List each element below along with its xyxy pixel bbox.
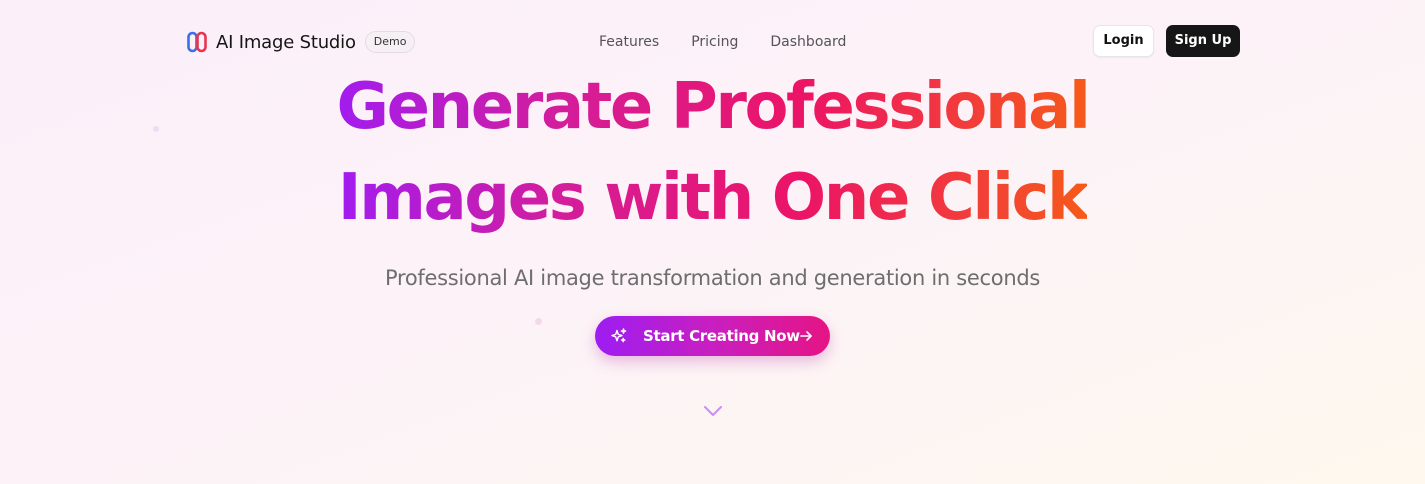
nav-link-features[interactable]: Features [599, 33, 659, 51]
nav-link-dashboard[interactable]: Dashboard [770, 33, 846, 51]
demo-badge: Demo [364, 31, 416, 53]
sparkles-icon [611, 328, 627, 343]
hero-headline-text-1: Generate Professional [336, 62, 1090, 152]
hero-subtitle: Professional AI image transformation and… [384, 266, 1041, 290]
chevron-down-icon[interactable] [703, 405, 723, 417]
arrow-right-icon [800, 331, 812, 341]
decorative-dot [535, 318, 542, 325]
nav-link-pricing[interactable]: Pricing [691, 33, 738, 51]
brand[interactable]: AI Image Studio Demo [187, 29, 416, 55]
start-creating-label: Start Creating Now [643, 327, 800, 345]
nav-links: Features Pricing Dashboard [599, 33, 878, 51]
brand-logo-icon [187, 31, 207, 53]
start-creating-button[interactable]: Start Creating Now [595, 316, 830, 356]
brand-name: AI Image Studio [216, 31, 356, 53]
hero-headline-text-2: Images with One Click [338, 153, 1090, 243]
signup-button[interactable]: Sign Up [1166, 25, 1240, 57]
login-button[interactable]: Login [1093, 25, 1154, 57]
hero-headline-line-2: Images with One Click [0, 153, 1425, 243]
hero-headline-line-1: Generate Professional [0, 62, 1425, 152]
